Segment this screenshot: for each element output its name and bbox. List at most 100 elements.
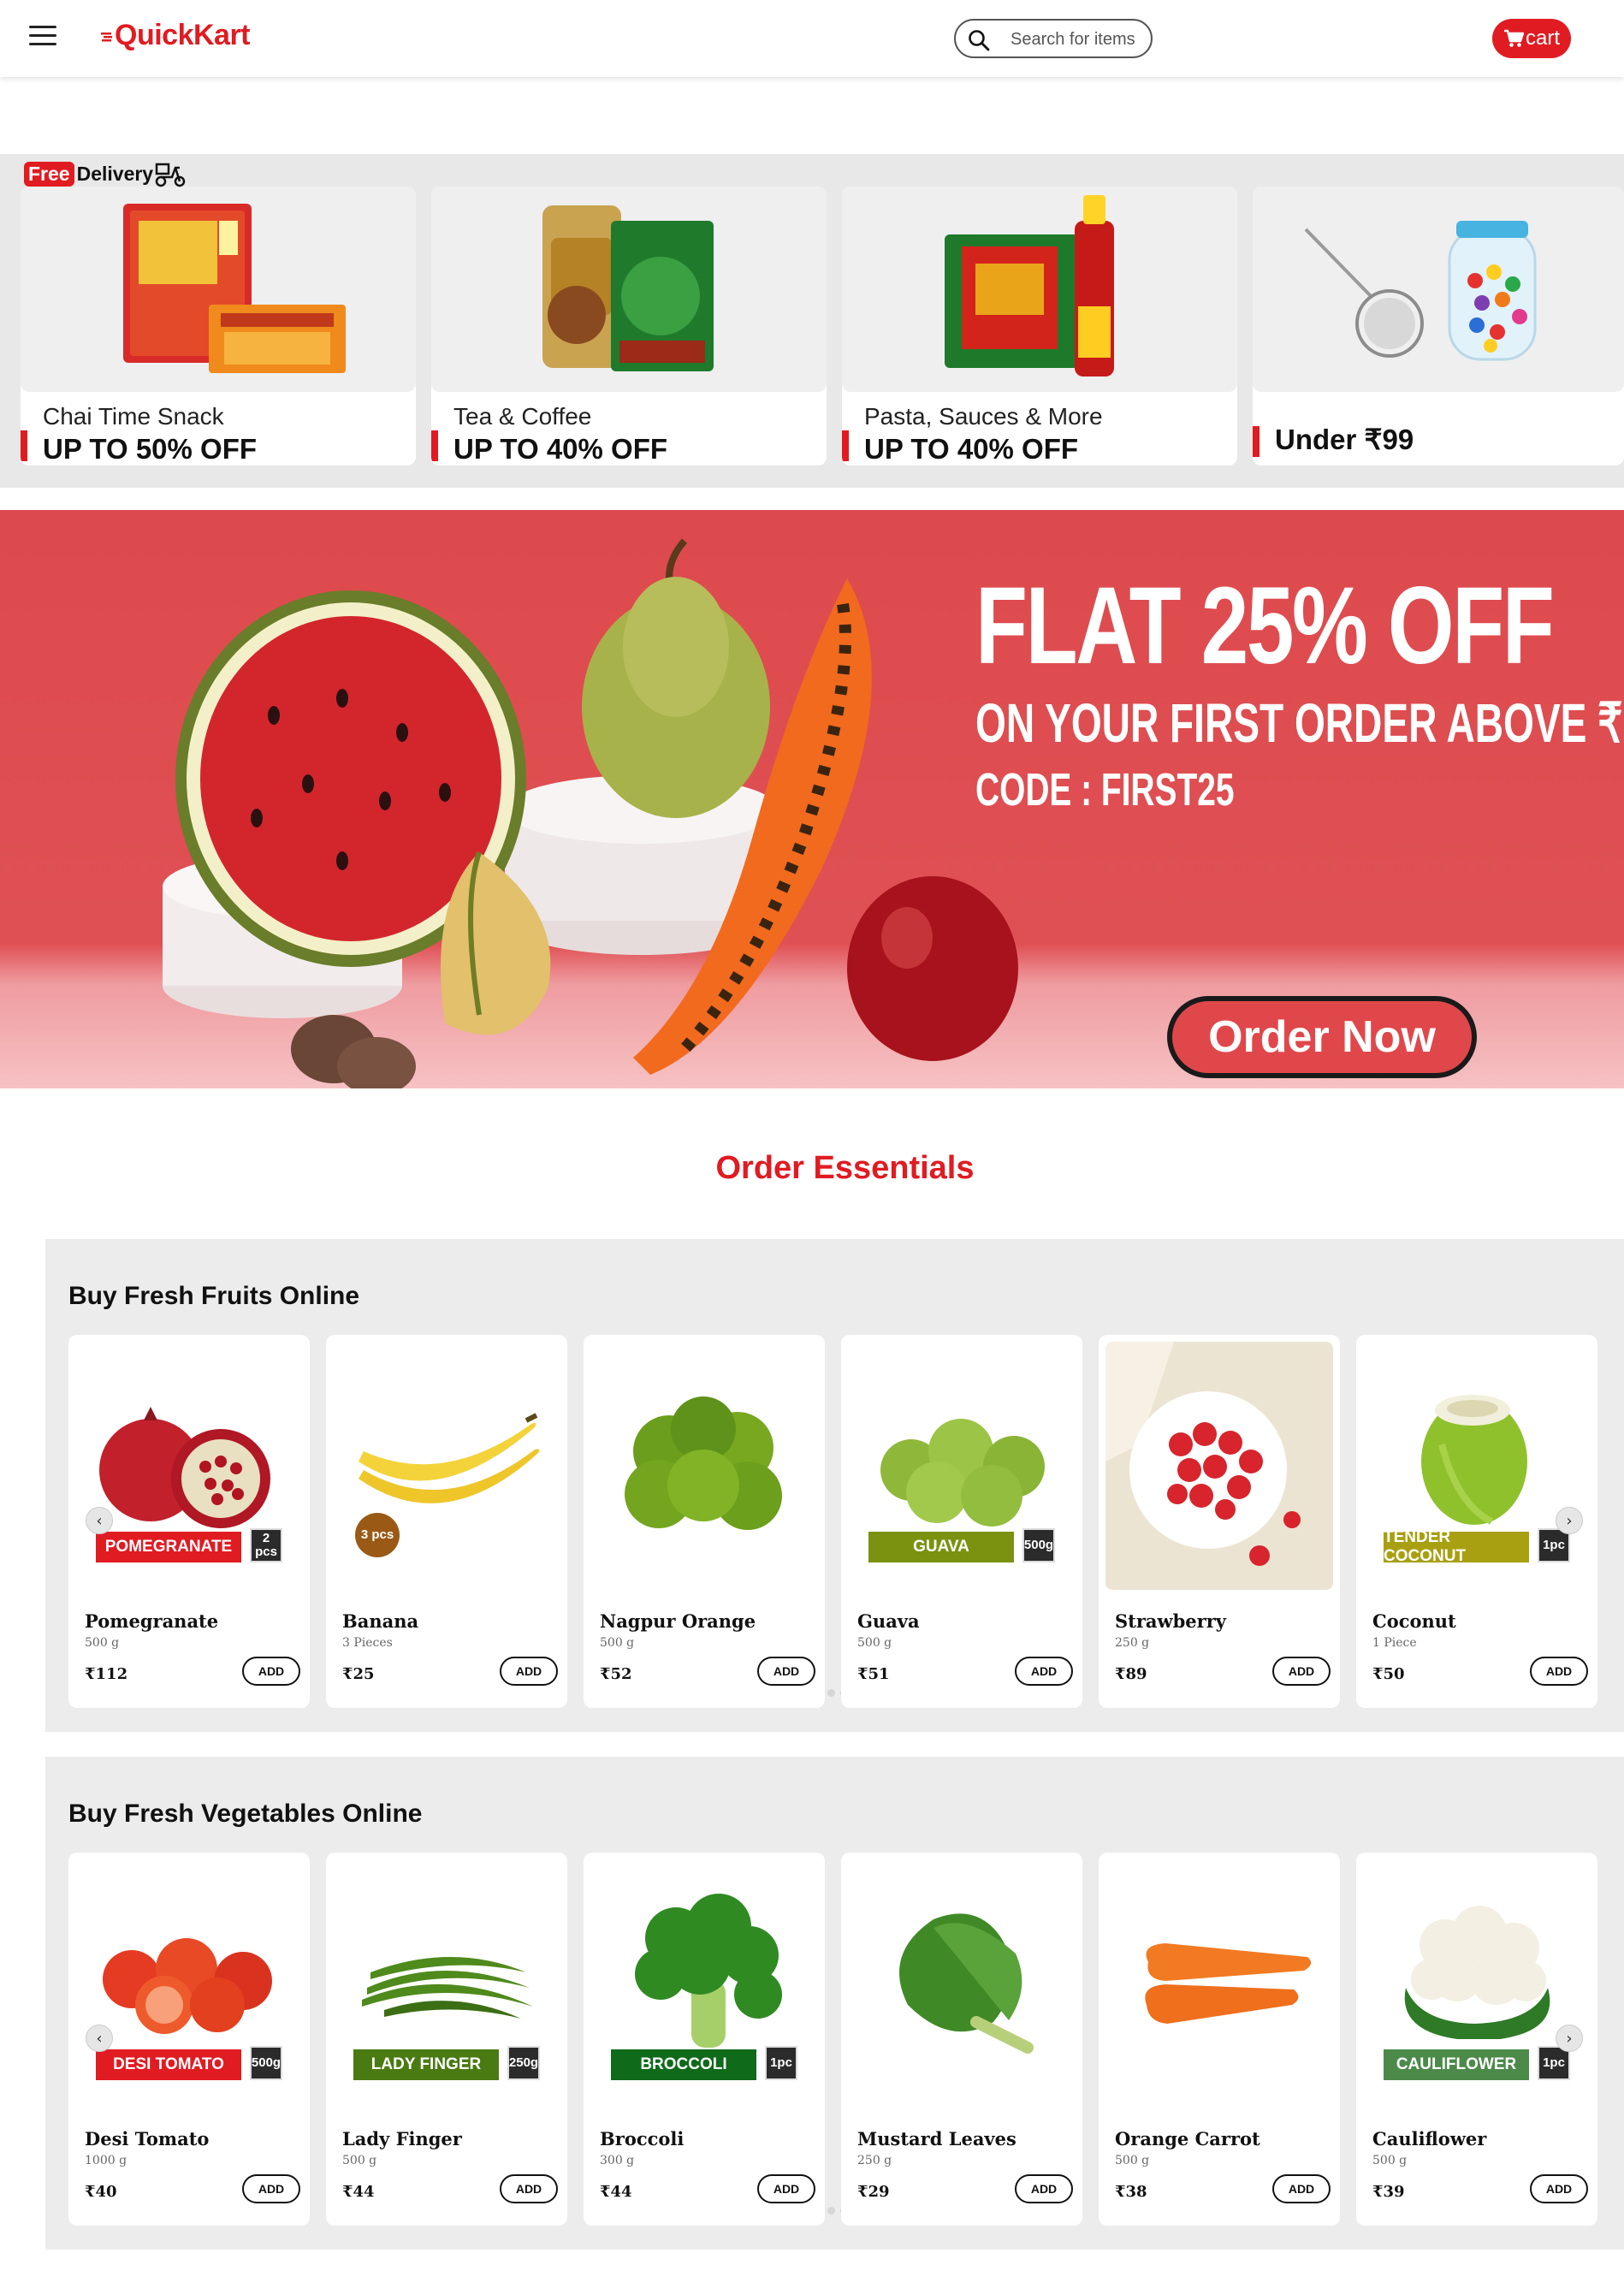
cart-icon	[1503, 29, 1524, 47]
product-name: Desi Tomato	[85, 2128, 210, 2149]
offer-category: Tea & Coffee	[453, 403, 592, 430]
promo-banner[interactable]: FLAT 25% OFF ON YOUR FIRST ORDER ABOVE ₹…	[0, 510, 1624, 1088]
chevron-right-icon[interactable]: ›	[1556, 1507, 1583, 1534]
product-image	[1145, 1943, 1312, 2024]
product-image	[625, 1396, 782, 1530]
product-weight: 500 g	[342, 2154, 377, 2167]
product-tag: CAULIFLOWER	[1384, 2049, 1529, 2080]
logo-text: QuickKart	[115, 19, 251, 51]
quantity-badge: 2 pcs	[250, 1528, 282, 1562]
offer-red-bar	[431, 430, 438, 461]
add-button[interactable]: ADD	[1530, 2174, 1588, 2203]
product-card[interactable]: Strawberry 250 g ₹89 ADD	[1099, 1335, 1340, 1708]
product-weight: 250 g	[857, 2154, 892, 2167]
product-tag: TENDER COCONUT	[1384, 1528, 1529, 1565]
offer-red-bar	[21, 430, 27, 461]
offer-image	[431, 187, 827, 392]
product-price: ₹50	[1372, 1665, 1405, 1683]
offer-category: Pasta, Sauces & More	[864, 403, 1103, 430]
offer-card-snacks[interactable]: Chai Time Snack UP TO 50% OFF	[21, 187, 416, 465]
product-name: Mustard Leaves	[857, 2128, 1016, 2149]
product-price: ₹40	[85, 2183, 117, 2201]
product-name: Cauliflower	[1372, 2128, 1487, 2149]
product-image	[1105, 1342, 1333, 1590]
fruits-section-title: Buy Fresh Fruits Online	[68, 1282, 360, 1310]
offer-discount: UP TO 40% OFF	[864, 433, 1079, 465]
vegetables-section-title: Buy Fresh Vegetables Online	[68, 1800, 423, 1828]
fruits-section: Buy Fresh Fruits Online ‹ › POMEGRANATE …	[45, 1239, 1624, 1732]
product-card[interactable]: Nagpur Orange 500 g ₹52 ADD	[584, 1335, 825, 1708]
product-name: Strawberry	[1115, 1610, 1226, 1632]
vegetables-section: Buy Fresh Vegetables Online ‹ › DESI TOM…	[45, 1757, 1624, 2250]
add-button[interactable]: ADD	[500, 2174, 558, 2203]
add-button[interactable]: ADD	[1272, 1657, 1331, 1686]
hero-subline: ON YOUR FIRST ORDER ABOVE ₹299	[975, 692, 1624, 754]
product-name: Orange Carrot	[1115, 2128, 1260, 2149]
product-weight: 250 g	[1115, 1636, 1150, 1650]
offer-red-bar	[842, 430, 849, 461]
search-input[interactable]	[1011, 29, 1147, 50]
product-weight: 500 g	[1115, 2154, 1150, 2167]
offer-card-under99[interactable]: Under ₹99	[1253, 187, 1624, 465]
product-price: ₹52	[600, 1665, 632, 1683]
chevron-left-icon[interactable]: ‹	[86, 2025, 113, 2052]
quantity-badge: 3 pcs	[355, 1513, 400, 1557]
product-tag: DESI TOMATO	[96, 2049, 241, 2080]
product-name: Nagpur Orange	[600, 1610, 756, 1632]
product-name: Guava	[857, 1610, 920, 1632]
product-weight: 500 g	[857, 1636, 892, 1650]
add-button[interactable]: ADD	[1272, 2174, 1331, 2203]
add-button[interactable]: ADD	[1015, 1657, 1073, 1686]
delivery-label: Delivery	[76, 162, 154, 185]
offer-image	[1253, 187, 1624, 392]
logo[interactable]: QuickKart	[101, 19, 251, 52]
add-button[interactable]: ADD	[242, 2174, 300, 2203]
product-price: ₹39	[1372, 2183, 1405, 2201]
product-name: Pomegranate	[85, 1610, 219, 1632]
offer-discount: Under ₹99	[1275, 424, 1414, 455]
hero-headline: FLAT 25% OFF	[975, 565, 1555, 687]
product-card[interactable]: Orange Carrot 500 g ₹38 ADD	[1099, 1853, 1340, 2226]
add-button[interactable]: ADD	[757, 1657, 815, 1686]
add-button[interactable]: ADD	[500, 1657, 558, 1686]
quantity-badge: 1pc	[765, 2046, 797, 2080]
product-price: ₹44	[342, 2183, 375, 2201]
product-weight: 500 g	[1372, 2154, 1408, 2167]
product-weight: 1000 g	[85, 2154, 127, 2167]
product-image	[899, 1913, 1034, 2054]
add-button[interactable]: ADD	[1530, 1657, 1588, 1686]
cart-button[interactable]: cart	[1492, 19, 1571, 58]
free-delivery-badge: Free Delivery	[24, 159, 187, 188]
speed-lines-icon	[101, 33, 112, 42]
section-title: Order Essentials	[715, 1150, 975, 1186]
chevron-right-icon[interactable]: ›	[1556, 2025, 1583, 2052]
product-card[interactable]: GUAVA 500g Guava 500 g ₹51 ADD	[841, 1335, 1082, 1708]
offer-category: Chai Time Snack	[43, 403, 224, 430]
offer-card-pasta[interactable]: Pasta, Sauces & More UP TO 40% OFF	[842, 187, 1237, 465]
product-weight: 500 g	[600, 1636, 635, 1650]
add-button[interactable]: ADD	[757, 2174, 815, 2203]
product-card[interactable]: 3 pcs Banana 3 Pieces ₹25 ADD	[326, 1335, 567, 1708]
cart-label: cart	[1525, 27, 1560, 50]
chevron-left-icon[interactable]: ‹	[86, 1507, 113, 1534]
free-label: Free	[24, 161, 74, 187]
product-card[interactable]: BROCCOLI 1pc Broccoli 300 g ₹44 ADD	[584, 1853, 825, 2226]
product-card[interactable]: Mustard Leaves 250 g ₹29 ADD	[841, 1853, 1082, 2226]
menu-icon[interactable]	[29, 26, 56, 48]
product-tag: BROCCOLI	[611, 2049, 756, 2080]
search-icon	[969, 30, 990, 51]
add-button[interactable]: ADD	[242, 1657, 300, 1686]
scooter-icon	[155, 163, 186, 187]
offer-image	[21, 187, 416, 392]
quantity-badge: 500g	[1022, 1528, 1055, 1562]
add-button[interactable]: ADD	[1015, 2174, 1073, 2203]
product-card[interactable]: LADY FINGER 250g Lady Finger 500 g ₹44 A…	[326, 1853, 567, 2226]
product-name: Banana	[342, 1610, 419, 1632]
top-navbar: QuickKart cart	[0, 0, 1624, 77]
product-name: Coconut	[1372, 1610, 1456, 1632]
order-now-button[interactable]: Order Now	[1167, 996, 1477, 1078]
offer-card-tea[interactable]: Tea & Coffee UP TO 40% OFF	[431, 187, 827, 465]
search-bar[interactable]	[954, 19, 1153, 58]
product-price: ₹51	[857, 1665, 890, 1683]
product-tag: LADY FINGER	[353, 2049, 499, 2080]
